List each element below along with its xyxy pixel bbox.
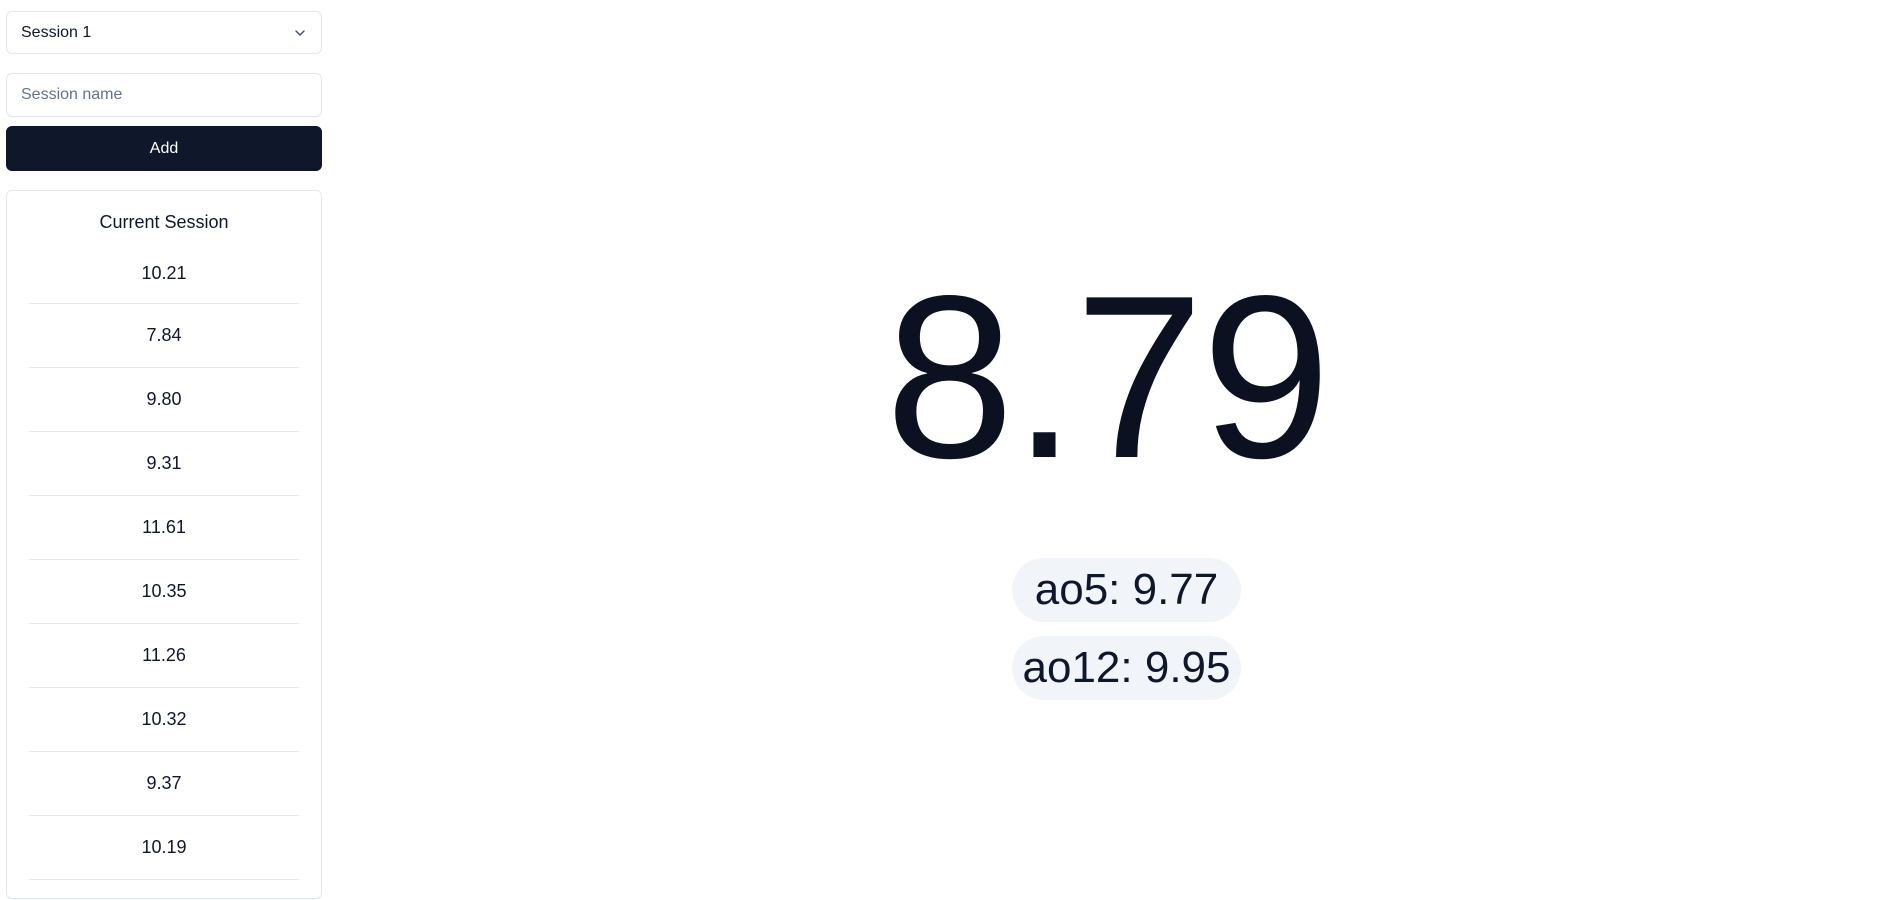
time-item[interactable]: 9.80 xyxy=(29,368,299,432)
timer-area[interactable]: 8.79 ao5: 9.77 ao12: 9.95 xyxy=(322,0,1892,900)
session-name-input[interactable] xyxy=(6,73,322,117)
time-item[interactable]: 9.37 xyxy=(29,752,299,816)
time-item[interactable]: 10.35 xyxy=(29,560,299,624)
session-select[interactable]: Session 1 xyxy=(6,11,322,54)
ao5-badge: ao5: 9.77 xyxy=(1012,558,1241,622)
time-item[interactable]: 7.84 xyxy=(29,304,299,368)
sidebar: Session 1 Add Current Session 10.21 7.84… xyxy=(6,11,322,899)
current-session-card: Current Session 10.21 7.84 9.80 9.31 11.… xyxy=(6,190,322,899)
time-item[interactable]: 10.21 xyxy=(29,243,299,304)
timer-display: 8.79 xyxy=(885,248,1331,507)
time-item[interactable]: 10.19 xyxy=(29,816,299,880)
time-item[interactable]: 9.31 xyxy=(29,432,299,496)
ao12-badge: ao12: 9.95 xyxy=(1012,636,1241,700)
current-session-title: Current Session xyxy=(99,212,229,232)
add-session-button[interactable]: Add xyxy=(6,126,322,171)
time-item[interactable]: 11.61 xyxy=(29,496,299,560)
time-item[interactable]: 11.26 xyxy=(29,624,299,688)
session-select-value: Session 1 xyxy=(21,23,92,41)
times-list: 10.21 7.84 9.80 9.31 11.61 10.35 11.26 1… xyxy=(29,243,299,880)
chevron-down-icon xyxy=(293,26,307,40)
time-item[interactable]: 10.32 xyxy=(29,688,299,752)
